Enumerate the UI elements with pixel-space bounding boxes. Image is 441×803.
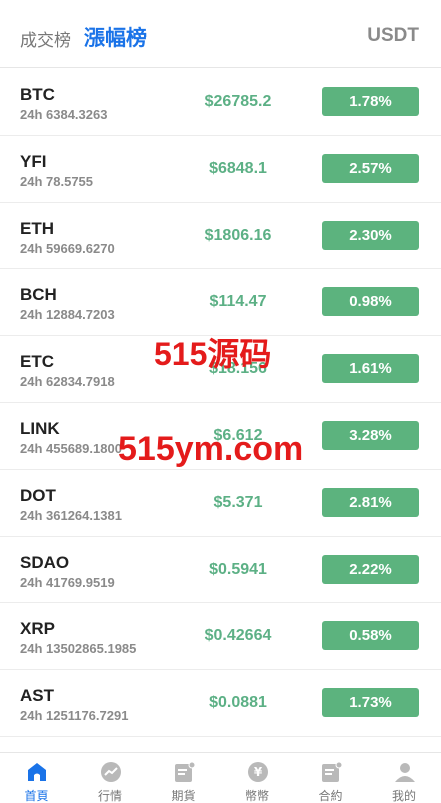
ticker-price: $0.42664	[204, 627, 272, 645]
tab-contract[interactable]: 合約	[294, 753, 367, 803]
ticker-change-badge[interactable]: 3.28%	[322, 420, 419, 450]
tab-home[interactable]: 首頁	[0, 753, 73, 803]
ticker-change-badge[interactable]: 2.30%	[322, 220, 419, 250]
tab-label: 行情	[97, 789, 122, 803]
ticker-price: $1806.16	[204, 226, 272, 244]
trend-icon	[100, 761, 122, 783]
ticker-row[interactable]: XRP 24h 13502865.1985 $0.42664 0.58%	[0, 603, 441, 671]
svg-text:¥: ¥	[253, 765, 262, 779]
ticker-change-badge[interactable]: 1.78%	[322, 87, 419, 116]
ticker-symbol: ETC	[20, 352, 54, 372]
header: 成交榜 漲幅榜 USDT	[0, 0, 441, 68]
ticker-row[interactable]: BTC 24h 6384.3263 $26785.2 1.78%	[0, 69, 441, 136]
ticker-volume: 24h 59669.6270	[20, 240, 115, 256]
tab-label: 幣幣	[244, 789, 269, 803]
ticker-volume: 24h 41769.9519	[20, 574, 115, 590]
ticker-change-badge[interactable]: 2.22%	[322, 554, 419, 584]
ticker-volume: 24h 62834.7918	[20, 374, 115, 390]
ticker-volume: 24h 12884.7203	[20, 307, 115, 323]
ticker-row[interactable]: ETH 24h 59669.6270 $1806.16 2.30%	[0, 203, 441, 270]
ticker-price: $0.5941	[209, 560, 267, 578]
ticker-volume: 24h 1251176.7291	[20, 708, 129, 724]
ticker-symbol: YFI	[20, 151, 47, 171]
tab-coin[interactable]: ¥ 幣幣	[221, 753, 294, 803]
ticker-row[interactable]: SDAO 24h 41769.9519 $0.5941 2.22%	[0, 537, 441, 604]
tab-trend[interactable]: 行情	[74, 753, 147, 803]
ticker-change-badge[interactable]: 1.73%	[322, 688, 419, 718]
tab-gain-ranking[interactable]: 漲幅榜	[84, 22, 147, 52]
ticker-row[interactable]: BCH 24h 12884.7203 $114.47 0.98%	[0, 269, 441, 337]
ticker-list: BTC 24h 6384.3263 $26785.2 1.78% YFI 24h 78.5…	[0, 69, 441, 737]
tab-label: 期貨	[171, 789, 196, 803]
ticker-symbol: AST	[20, 686, 54, 706]
ticker-price: $114.47	[209, 293, 267, 311]
ticker-change-badge[interactable]: 2.81%	[322, 487, 419, 517]
watermark-url: 515ym.com	[118, 430, 304, 468]
tab-user[interactable]: 我的	[368, 753, 441, 803]
home-icon	[26, 761, 48, 783]
ticker-price: $5.371	[213, 493, 263, 511]
ticker-symbol: XRP	[20, 619, 55, 639]
ticker-price: $0.0881	[209, 694, 267, 712]
ticker-volume: 24h 78.5755	[20, 173, 94, 189]
ticker-change-badge[interactable]: 0.58%	[322, 621, 419, 651]
ticker-price: $6848.1	[209, 159, 267, 177]
contract-icon	[320, 761, 343, 783]
ticker-volume: 24h 455689.1800	[20, 440, 122, 456]
ticker-symbol: BTC	[20, 85, 55, 104]
ticker-change-badge[interactable]: 2.57%	[322, 153, 419, 183]
ticker-volume: 24h 13502865.1985	[20, 641, 137, 657]
bottom-tab-bar: 首頁 行情 期貨 ¥ 幣幣 合約 我的	[0, 752, 441, 803]
ticker-symbol: LINK	[20, 418, 60, 438]
ticker-row[interactable]: YFI 24h 78.5755 $6848.1 2.57%	[0, 136, 441, 203]
tab-label: 合約	[318, 789, 343, 803]
ticker-change-badge[interactable]: 1.61%	[322, 354, 419, 384]
ticker-volume: 24h 361264.1381	[20, 507, 122, 523]
ticker-volume: 24h 6384.3263	[20, 107, 108, 122]
tab-label: 我的	[391, 789, 416, 803]
tab-futures[interactable]: 期貨	[147, 753, 220, 803]
ticker-row[interactable]: AST 24h 1251176.7291 $0.0881 1.73%	[0, 670, 441, 737]
tab-label: 首頁	[24, 789, 49, 803]
ticker-symbol: DOT	[20, 485, 56, 505]
ticker-symbol: SDAO	[20, 552, 70, 572]
coin-icon: ¥	[247, 761, 269, 783]
ticker-change-badge[interactable]: 0.98%	[322, 287, 419, 317]
ticker-row[interactable]: DOT 24h 361264.1381 $5.371 2.81%	[0, 470, 441, 537]
tab-volume-ranking[interactable]: 成交榜	[20, 26, 71, 51]
watermark-text: 515源码	[154, 336, 272, 372]
ticker-symbol: ETH	[20, 218, 54, 238]
user-icon	[394, 761, 416, 783]
ticker-symbol: BCH	[20, 285, 57, 305]
futures-icon	[173, 761, 196, 783]
ticker-price: $26785.2	[204, 93, 272, 110]
quote-currency[interactable]: USDT	[367, 25, 419, 47]
